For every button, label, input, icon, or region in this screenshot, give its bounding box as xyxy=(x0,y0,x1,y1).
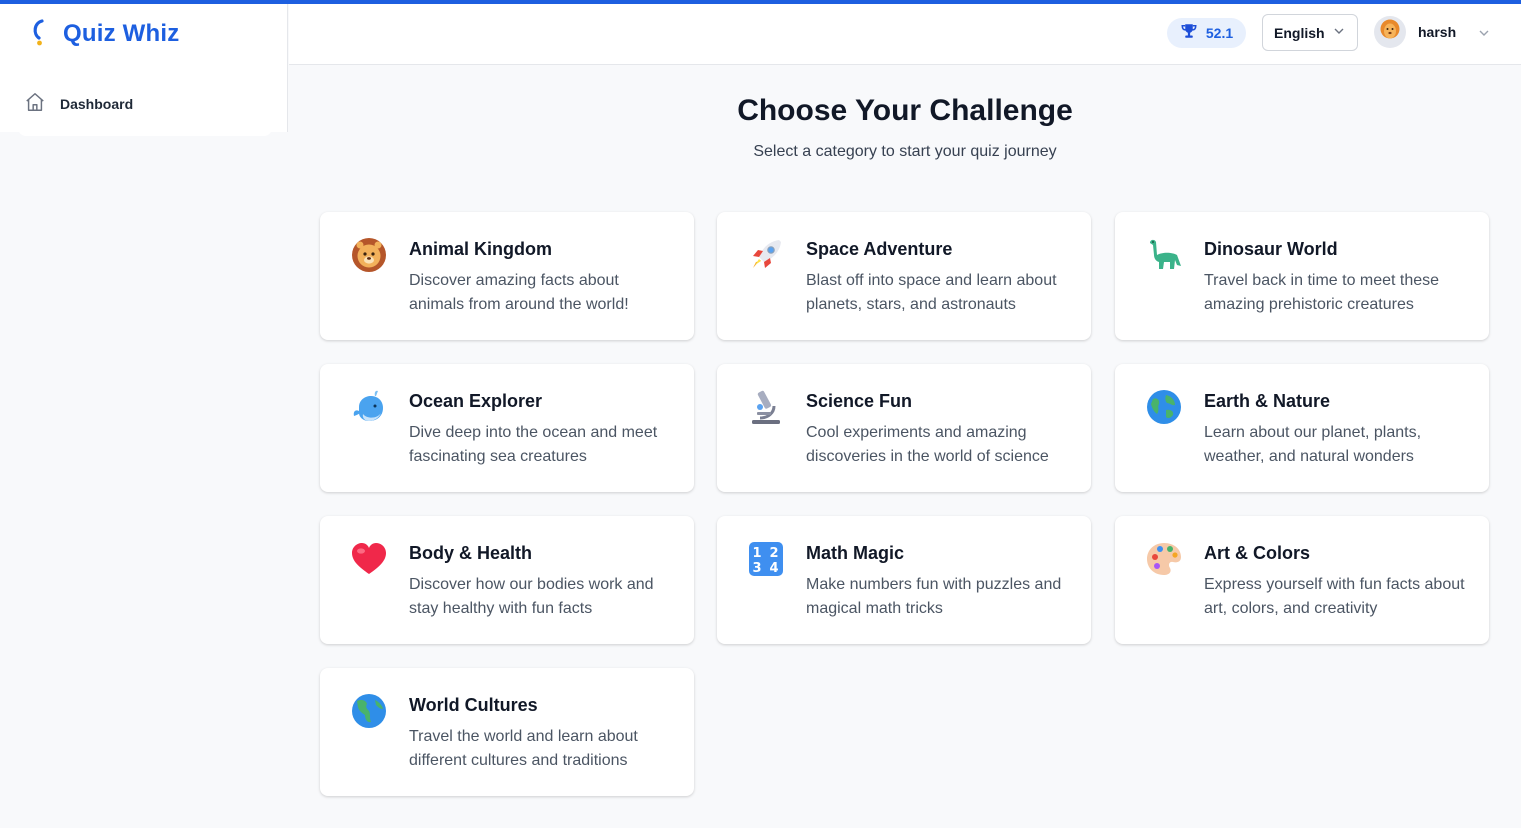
globe-americas-icon xyxy=(348,690,390,732)
app-name: Quiz Whiz xyxy=(63,20,180,47)
user-menu[interactable]: harsh xyxy=(1374,15,1489,49)
language-select[interactable]: English xyxy=(1262,14,1358,51)
category-card-body-health[interactable]: Body & Health Discover how our bodies wo… xyxy=(320,516,694,644)
category-title: Ocean Explorer xyxy=(409,391,543,411)
lion-avatar-icon xyxy=(1379,18,1401,47)
category-description: Cool experiments and amazing discoveries… xyxy=(806,424,1049,465)
category-title: Space Adventure xyxy=(806,239,953,259)
category-card-math-magic[interactable]: 1 2 3 4 Math Magic Make numbers fun with… xyxy=(717,516,1091,644)
category-card-animal-kingdom[interactable]: Animal Kingdom Discover amazing facts ab… xyxy=(320,212,694,340)
chevron-down-icon xyxy=(1333,24,1345,42)
category-description: Learn about our planet, plants, weather,… xyxy=(1204,424,1422,465)
whale-icon xyxy=(348,386,390,428)
svg-text:2: 2 xyxy=(769,546,778,561)
category-title: Body & Health xyxy=(409,543,533,563)
trophy-icon xyxy=(1180,22,1198,45)
category-description: Travel the world and learn about differe… xyxy=(409,728,638,769)
globe-icon xyxy=(1143,386,1185,428)
palette-icon xyxy=(1143,538,1185,580)
category-title: Science Fun xyxy=(806,391,913,411)
svg-text:3: 3 xyxy=(752,561,761,576)
category-card-earth-nature[interactable]: Earth & Nature Learn about our planet, p… xyxy=(1115,364,1489,492)
category-title: World Cultures xyxy=(409,695,538,715)
category-card-ocean-explorer[interactable]: Ocean Explorer Dive deep into the ocean … xyxy=(320,364,694,492)
dinosaur-icon xyxy=(1143,234,1185,276)
page-title: Choose Your Challenge xyxy=(737,94,1073,127)
microscope-icon xyxy=(745,386,787,428)
category-title: Art & Colors xyxy=(1204,543,1311,563)
category-card-space-adventure[interactable]: Space Adventure Blast off into space and… xyxy=(717,212,1091,340)
top-header: 52.1 English harsh xyxy=(289,4,1521,65)
category-description: Dive deep into the ocean and meet fascin… xyxy=(409,424,658,465)
heart-icon xyxy=(348,538,390,580)
category-description: Express yourself with fun facts about ar… xyxy=(1204,576,1465,617)
chevron-down-icon xyxy=(1478,26,1490,44)
category-title: Earth & Nature xyxy=(1204,391,1331,411)
quiz-logo-icon xyxy=(27,17,49,52)
user-name: harsh xyxy=(1418,24,1457,40)
sidebar-footer xyxy=(18,128,272,136)
category-description: Travel back in time to meet these amazin… xyxy=(1204,272,1440,313)
lion-icon xyxy=(348,234,390,276)
category-description: Discover amazing facts about animals fro… xyxy=(409,272,629,313)
sidebar-item-dashboard[interactable]: Dashboard xyxy=(24,92,133,116)
category-description: Make numbers fun with puzzles and magica… xyxy=(806,576,1062,617)
sidebar: Quiz Whiz Dashboard xyxy=(0,4,288,136)
category-card-world-cultures[interactable]: World Cultures Travel the world and lear… xyxy=(320,668,694,796)
rocket-icon xyxy=(745,234,787,276)
category-title: Animal Kingdom xyxy=(409,239,552,259)
home-icon xyxy=(24,91,46,118)
avatar xyxy=(1374,16,1406,48)
category-title: Dinosaur World xyxy=(1204,239,1338,259)
page-subtitle: Select a category to start your quiz jou… xyxy=(753,143,1057,160)
language-label: English xyxy=(1274,24,1325,41)
score-value: 52.1 xyxy=(1205,25,1234,41)
sidebar-item-label: Dashboard xyxy=(60,96,134,112)
numbers-icon: 1 2 3 4 xyxy=(745,538,787,580)
category-card-dinosaur-world[interactable]: Dinosaur World Travel back in time to me… xyxy=(1115,212,1489,340)
svg-text:1: 1 xyxy=(752,546,761,561)
category-title: Math Magic xyxy=(806,543,905,563)
score-badge[interactable]: 52.1 xyxy=(1167,18,1246,48)
category-description: Discover how our bodies work and stay he… xyxy=(409,576,654,617)
brand[interactable]: Quiz Whiz xyxy=(27,18,179,50)
category-description: Blast off into space and learn about pla… xyxy=(806,272,1057,313)
svg-text:4: 4 xyxy=(769,561,778,576)
category-card-science-fun[interactable]: Science Fun Cool experiments and amazing… xyxy=(717,364,1091,492)
category-card-art-colors[interactable]: Art & Colors Express yourself with fun f… xyxy=(1115,516,1489,644)
